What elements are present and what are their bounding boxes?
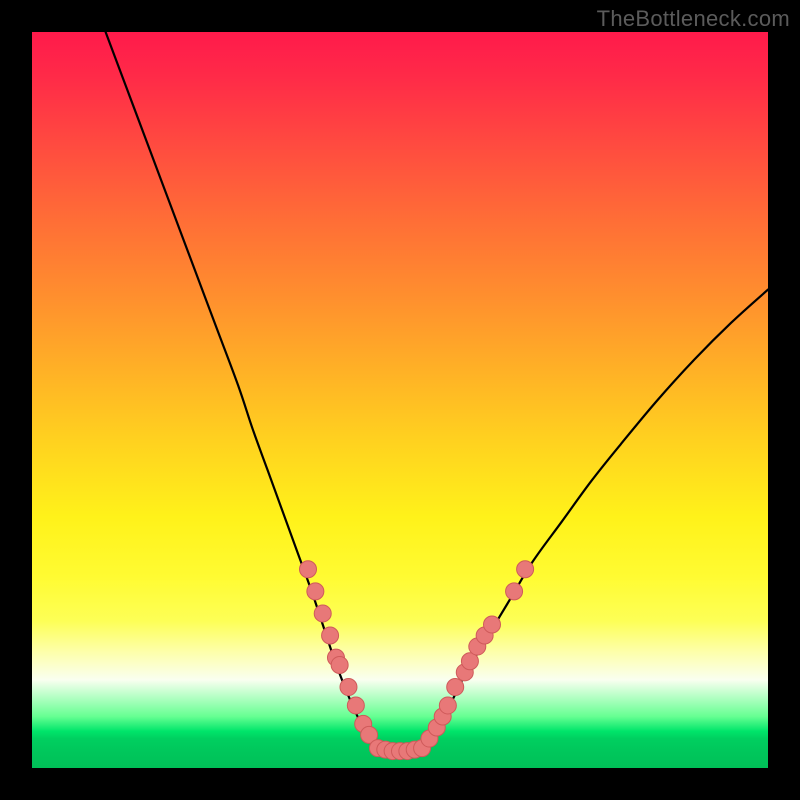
data-marker xyxy=(307,583,324,600)
data-marker xyxy=(484,616,501,633)
data-marker xyxy=(314,605,331,622)
curve-layer xyxy=(32,32,768,768)
data-marker xyxy=(340,679,357,696)
data-marker xyxy=(300,561,317,578)
watermark-text: TheBottleneck.com xyxy=(597,6,790,32)
bottleneck-curve xyxy=(106,32,768,751)
data-marker xyxy=(517,561,534,578)
data-marker xyxy=(447,679,464,696)
data-marker xyxy=(347,697,364,714)
plot-area xyxy=(32,32,768,768)
marker-layer xyxy=(300,561,534,760)
data-marker xyxy=(439,697,456,714)
data-marker xyxy=(331,656,348,673)
data-marker xyxy=(322,627,339,644)
chart-frame: TheBottleneck.com xyxy=(0,0,800,800)
data-marker xyxy=(506,583,523,600)
